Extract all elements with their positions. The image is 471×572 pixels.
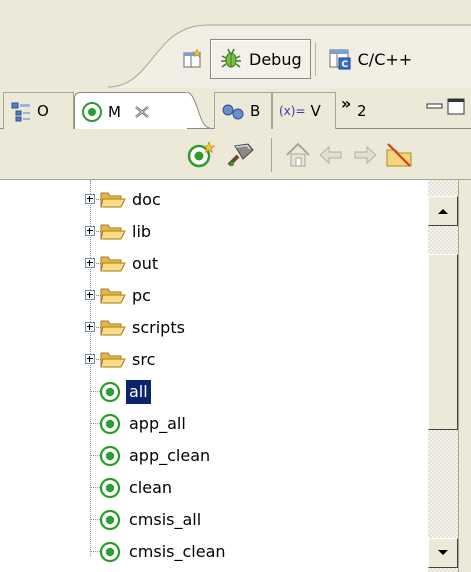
breakpoints-icon xyxy=(222,104,244,120)
view-toolbar xyxy=(0,129,471,180)
tree-folder-lib[interactable]: lib xyxy=(0,216,428,248)
tree-item-label: cmsis_all xyxy=(129,510,202,529)
perspective-bar: Debug C C/C++ xyxy=(0,0,471,88)
tab-make-targets[interactable]: M xyxy=(74,92,188,130)
tree-item-label: app_all xyxy=(129,414,186,433)
open-perspective-icon xyxy=(183,48,202,68)
tab-overflow-count: 2 xyxy=(357,102,367,120)
tree-item-label: out xyxy=(132,254,159,273)
svg-text:C: C xyxy=(341,60,348,70)
expand-toggle-icon[interactable] xyxy=(85,194,95,204)
tab-breakpoints-label: B xyxy=(250,102,261,120)
close-tab-icon[interactable] xyxy=(132,103,154,121)
make-target-icon xyxy=(82,101,102,122)
tree-target-all[interactable]: all xyxy=(0,376,428,408)
tree-item-label: pc xyxy=(132,286,151,305)
make-target-icon xyxy=(99,509,121,531)
build-target-icon[interactable] xyxy=(226,140,256,170)
expand-toggle-icon[interactable] xyxy=(85,354,95,364)
tab-make-targets-label: M xyxy=(108,102,121,121)
scroll-up-button[interactable] xyxy=(428,196,458,226)
arrow-up-icon xyxy=(438,209,448,214)
tree-folder-out[interactable]: out xyxy=(0,248,428,280)
make-target-icon xyxy=(99,381,121,403)
tree-target-app-all[interactable]: app_all xyxy=(0,408,428,440)
minimize-view-icon[interactable] xyxy=(425,96,445,116)
perspective-debug-button[interactable]: Debug xyxy=(210,39,311,79)
make-target-icon xyxy=(99,445,121,467)
folder-icon xyxy=(100,288,126,304)
make-target-icon xyxy=(99,541,121,563)
expand-toggle-icon[interactable] xyxy=(85,226,95,236)
tree-target-app-clean[interactable]: app_clean xyxy=(0,440,428,472)
tree-item-label: doc xyxy=(132,190,161,209)
back-icon[interactable] xyxy=(316,140,346,170)
tree-item-label: all xyxy=(126,380,151,404)
tab-outline[interactable]: O xyxy=(3,92,74,129)
tab-curve xyxy=(186,92,210,129)
make-target-icon xyxy=(99,477,121,499)
expand-toggle-icon[interactable] xyxy=(85,258,95,268)
maximize-view-icon[interactable] xyxy=(446,96,468,118)
tree-item-label: clean xyxy=(129,478,173,497)
outline-icon xyxy=(11,102,30,122)
new-make-target-icon[interactable] xyxy=(186,140,216,170)
home-icon[interactable] xyxy=(283,140,313,170)
make-targets-tree: doc lib out pc scripts src all app_all app_clean… xyxy=(0,180,428,572)
tree-item-label: scripts xyxy=(132,318,185,337)
expand-toggle-icon[interactable] xyxy=(85,322,95,332)
make-target-icon xyxy=(99,413,121,435)
tree-item-label: app_clean xyxy=(129,446,211,465)
view-tab-strip: O M B (x)= V » 2 xyxy=(0,88,471,130)
perspective-separator xyxy=(314,42,316,76)
tree-target-cmsis-all[interactable]: cmsis_all xyxy=(0,504,428,536)
expand-toggle-icon[interactable] xyxy=(85,290,95,300)
tree-folder-scripts[interactable]: scripts xyxy=(0,312,428,344)
cpp-perspective-icon: C xyxy=(329,49,351,70)
tree-item-label: cmsis_clean xyxy=(129,542,226,561)
folder-icon xyxy=(100,256,126,272)
tab-variables[interactable]: (x)= V xyxy=(272,92,336,129)
tab-variables-label: V xyxy=(310,102,321,120)
filter-icon[interactable] xyxy=(384,140,414,170)
tree-item-label: src xyxy=(132,350,156,369)
tree-target-cmsis-clean[interactable]: cmsis_clean xyxy=(0,536,428,568)
tab-outline-label: O xyxy=(37,102,49,120)
perspective-cpp-button[interactable]: C C/C++ xyxy=(320,39,421,79)
folder-icon xyxy=(100,352,126,368)
forward-icon[interactable] xyxy=(350,140,380,170)
folder-icon xyxy=(100,224,126,240)
tree-folder-src[interactable]: src xyxy=(0,344,428,376)
tree-item-label: lib xyxy=(132,222,152,241)
view-right-border xyxy=(458,180,471,572)
tab-breakpoints[interactable]: B xyxy=(214,92,272,129)
folder-icon xyxy=(100,320,126,336)
variables-icon: (x)= xyxy=(279,104,306,118)
tree-folder-pc[interactable]: pc xyxy=(0,280,428,312)
scroll-down-button[interactable] xyxy=(428,538,458,568)
arrow-down-icon xyxy=(438,550,448,555)
scroll-thumb[interactable] xyxy=(428,254,458,430)
perspective-debug-label: Debug xyxy=(249,49,302,69)
tree-folder-doc[interactable]: doc xyxy=(0,184,428,216)
tab-overflow-chevron[interactable]: » xyxy=(341,94,351,113)
perspective-cpp-label: C/C++ xyxy=(357,49,413,69)
tree-target-clean[interactable]: clean xyxy=(0,472,428,504)
debug-bug-icon xyxy=(221,48,241,68)
toolbar-separator xyxy=(271,138,272,172)
vertical-scrollbar[interactable] xyxy=(428,180,458,572)
folder-icon xyxy=(100,192,126,208)
open-perspective-button[interactable] xyxy=(176,39,210,79)
